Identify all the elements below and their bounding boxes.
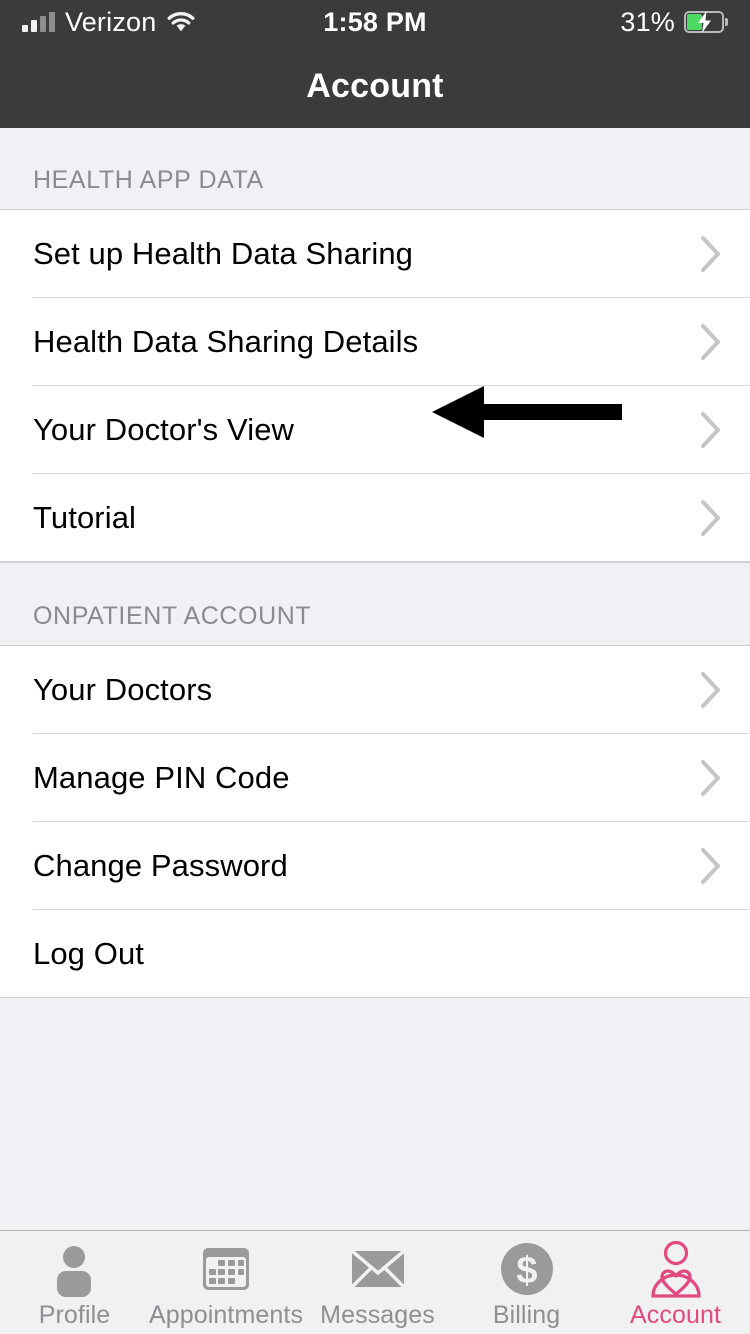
list-item-label: Set up Health Data Sharing <box>33 236 414 271</box>
section-header-health-app-data: HEALTH APP DATA <box>0 128 750 210</box>
wifi-icon <box>166 11 196 33</box>
chevron-right-icon <box>701 412 720 448</box>
dollar-circle-icon: $ <box>499 1241 555 1297</box>
section-rows-health-app-data: Set up Health Data Sharing Health Data S… <box>0 210 750 562</box>
list-item-change-password[interactable]: Change Password <box>0 822 750 910</box>
list-item-label: Manage PIN Code <box>33 760 290 795</box>
person-heart-icon <box>648 1240 704 1298</box>
tab-label: Billing <box>492 1301 561 1329</box>
tab-label: Account <box>630 1301 722 1329</box>
battery-percent-label: 31% <box>620 6 676 37</box>
list-item-label: Health Data Sharing Details <box>33 324 419 359</box>
page-title: Account <box>306 66 444 105</box>
chevron-right-icon <box>701 672 720 708</box>
list-item-manage-pin-code[interactable]: Manage PIN Code <box>0 734 750 822</box>
tab-account[interactable]: Account <box>601 1231 750 1334</box>
tab-label: Profile <box>38 1301 111 1329</box>
calendar-icon <box>198 1241 254 1297</box>
list-item-label: Tutorial <box>33 500 137 535</box>
status-bar-left: Verizon <box>22 7 323 38</box>
list-item-label: Your Doctors <box>33 672 213 707</box>
list-item-label: Log Out <box>33 936 145 971</box>
svg-text:$: $ <box>516 1250 537 1292</box>
chevron-right-icon <box>701 848 720 884</box>
tab-messages[interactable]: Messages <box>303 1231 452 1334</box>
battery-charging-icon <box>684 11 729 33</box>
status-bar-center: 1:58 PM <box>323 7 426 38</box>
list-item-set-up-health-data-sharing[interactable]: Set up Health Data Sharing <box>0 210 750 298</box>
section-header-label: ONPATIENT ACCOUNT <box>33 602 312 630</box>
settings-list: HEALTH APP DATA Set up Health Data Shari… <box>0 128 750 1230</box>
list-item-tutorial[interactable]: Tutorial <box>0 474 750 562</box>
list-item-your-doctors-view[interactable]: Your Doctor's View <box>0 386 750 474</box>
list-item-log-out[interactable]: Log Out <box>0 910 750 998</box>
cellular-signal-icon <box>22 12 55 32</box>
list-item-label: Your Doctor's View <box>33 412 295 447</box>
section-rows-onpatient-account: Your Doctors Manage PIN Code Change Pass… <box>0 646 750 998</box>
list-item-your-doctors[interactable]: Your Doctors <box>0 646 750 734</box>
tab-label: Appointments <box>148 1301 304 1329</box>
chevron-right-icon <box>701 760 720 796</box>
section-header-label: HEALTH APP DATA <box>33 166 264 194</box>
app-screen: Verizon 1:58 PM 31% Account HEALTH APP D… <box>0 0 750 1334</box>
row-separator <box>0 561 750 562</box>
tab-label: Messages <box>320 1301 435 1329</box>
navigation-bar: Account <box>0 44 750 128</box>
empty-area <box>0 998 750 1200</box>
tab-bar: Profile Appointments Messages $ Billing … <box>0 1230 750 1334</box>
chevron-right-icon <box>701 324 720 360</box>
status-bar: Verizon 1:58 PM 31% <box>0 0 750 44</box>
chevron-right-icon <box>701 236 720 272</box>
tab-billing[interactable]: $ Billing <box>452 1231 601 1334</box>
status-bar-right: 31% <box>427 6 729 38</box>
person-icon <box>46 1241 102 1297</box>
clock-label: 1:58 PM <box>323 6 427 37</box>
tab-appointments[interactable]: Appointments <box>149 1231 303 1334</box>
tab-profile[interactable]: Profile <box>0 1231 149 1334</box>
carrier-label: Verizon <box>65 6 157 37</box>
row-separator <box>0 997 750 998</box>
chevron-right-icon <box>701 500 720 536</box>
list-item-label: Change Password <box>33 848 288 883</box>
envelope-icon <box>349 1241 407 1297</box>
list-item-health-data-sharing-details[interactable]: Health Data Sharing Details <box>0 298 750 386</box>
section-header-onpatient-account: ONPATIENT ACCOUNT <box>0 562 750 646</box>
